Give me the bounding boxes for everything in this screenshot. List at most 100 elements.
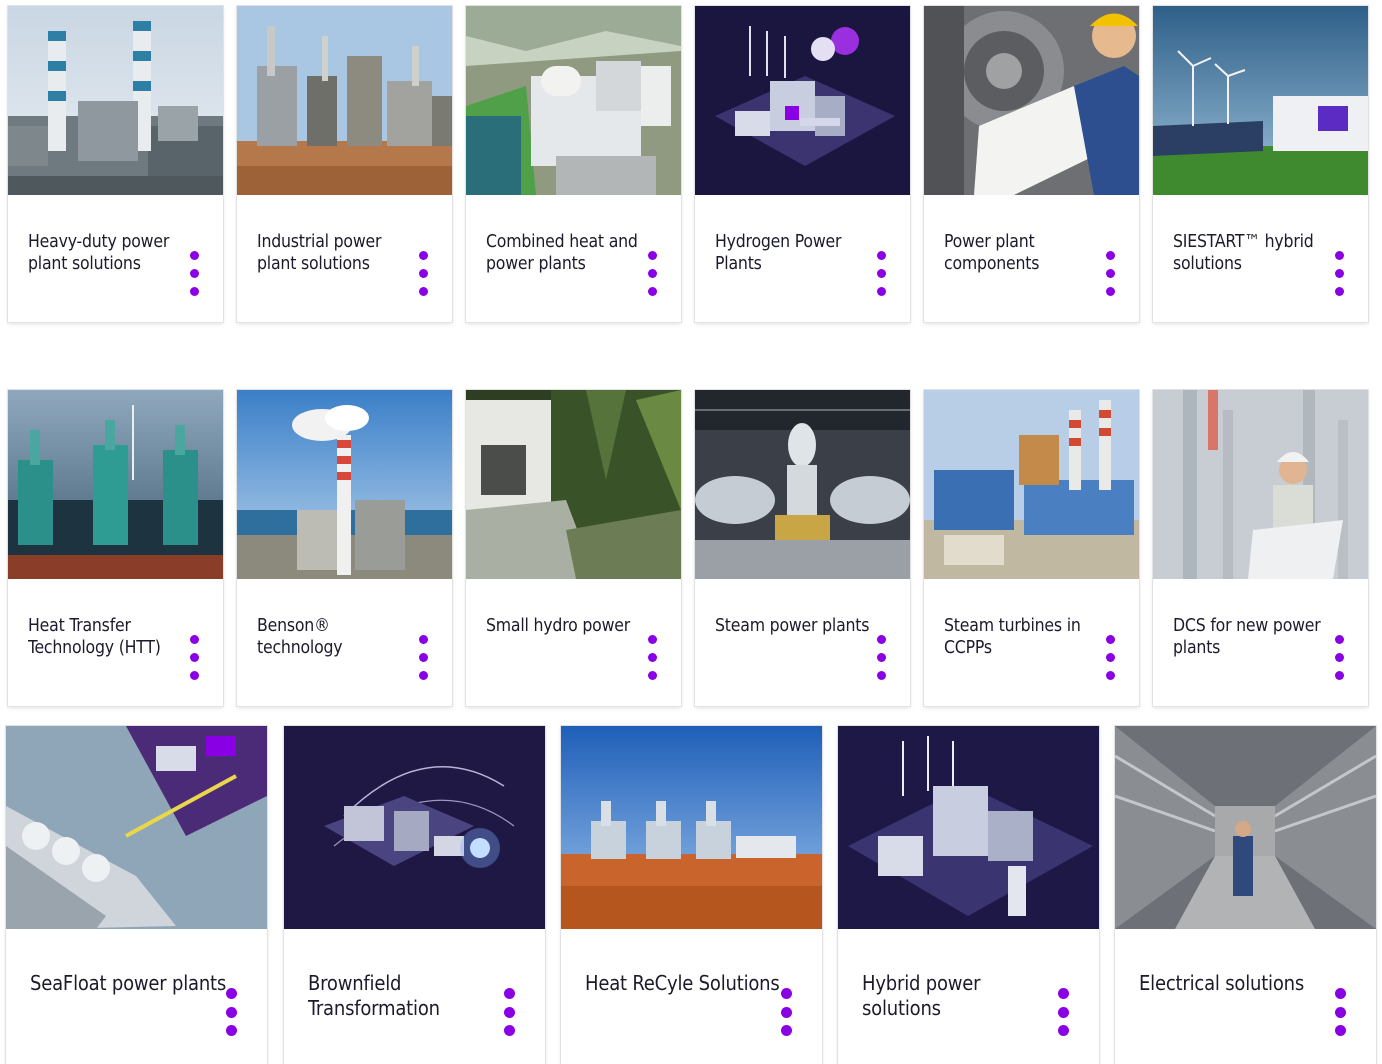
desert-plant-image [561, 726, 822, 929]
more-options-dot [1335, 653, 1344, 662]
ccpp-plant-image [924, 390, 1139, 579]
card-label: Hybrid power solutions [862, 971, 981, 1021]
more-options-dot [1335, 1006, 1346, 1018]
more-options-dot [419, 251, 428, 260]
card-heavy-duty-power-plant[interactable]: Heavy-duty power plant solutions [8, 6, 223, 322]
more-options-dot [1058, 1025, 1069, 1036]
card-label: Heat Transfer Technology (HTT) [28, 616, 161, 659]
more-options-dot [504, 988, 515, 999]
more-options-icon[interactable] [1058, 988, 1069, 1036]
more-options-icon[interactable] [1106, 635, 1115, 680]
more-options-dot [419, 287, 428, 296]
more-options-dot [419, 635, 428, 644]
engineer-refinery-image [1153, 390, 1368, 579]
card-label: SIESTART™ hybrid solutions [1173, 232, 1314, 275]
more-options-dot [1335, 287, 1344, 296]
more-options-dot [1335, 1025, 1346, 1036]
more-options-icon[interactable] [190, 251, 199, 296]
more-options-icon[interactable] [226, 988, 237, 1036]
card-label: Industrial power plant solutions [257, 232, 382, 275]
card-benson-technology[interactable]: Benson® technology [237, 390, 452, 706]
card-hydrogen-power[interactable]: Hydrogen Power Plants [695, 6, 910, 322]
card-brownfield-transformation[interactable]: Brownfield Transformation [284, 726, 545, 1064]
more-options-dot [1106, 653, 1115, 662]
more-options-dot [648, 269, 657, 278]
card-power-plant-components[interactable]: Power plant components [924, 6, 1139, 322]
industrial-plant-image [237, 6, 452, 195]
card-label: Combined heat and power plants [486, 232, 638, 275]
more-options-icon[interactable] [877, 635, 886, 680]
more-options-icon[interactable] [648, 635, 657, 680]
more-options-dot [1335, 671, 1344, 680]
card-seafloat-power-plants[interactable]: SeaFloat power plants [6, 726, 267, 1064]
more-options-dot [877, 269, 886, 278]
more-options-icon[interactable] [419, 251, 428, 296]
more-options-dot [1106, 269, 1115, 278]
more-options-icon[interactable] [1335, 988, 1346, 1036]
more-options-dot [190, 251, 199, 260]
more-options-icon[interactable] [781, 988, 792, 1036]
card-label: Electrical solutions [1139, 971, 1305, 995]
more-options-icon[interactable] [419, 635, 428, 680]
engineer-turbine-image [924, 6, 1139, 195]
more-options-dot [1106, 251, 1115, 260]
more-options-dot [190, 671, 199, 680]
more-options-dot [1058, 988, 1069, 999]
card-dcs-new-power-plants[interactable]: DCS for new power plants [1153, 390, 1368, 706]
card-hybrid-power-solutions[interactable]: Hybrid power solutions [838, 726, 1099, 1064]
more-options-dot [877, 287, 886, 296]
wind-solar-storage-image [1153, 6, 1368, 195]
card-combined-heat-power[interactable]: Combined heat and power plants [466, 6, 681, 322]
more-options-dot [781, 1025, 792, 1036]
card-heat-recycle-solutions[interactable]: Heat ReCyle Solutions [561, 726, 822, 1064]
more-options-dot [877, 635, 886, 644]
card-label: Brownfield Transformation [308, 971, 440, 1021]
more-options-dot [504, 1006, 515, 1018]
card-small-hydro-power[interactable]: Small hydro power [466, 390, 681, 706]
more-options-dot [1106, 671, 1115, 680]
more-options-dot [648, 635, 657, 644]
more-options-dot [1106, 635, 1115, 644]
plant-at-dusk-image [8, 390, 223, 579]
more-options-dot [419, 671, 428, 680]
more-options-dot [781, 988, 792, 999]
card-heat-transfer-technology[interactable]: Heat Transfer Technology (HTT) [8, 390, 223, 706]
more-options-icon[interactable] [877, 251, 886, 296]
more-options-dot [781, 1006, 792, 1018]
more-options-icon[interactable] [1335, 251, 1344, 296]
more-options-icon[interactable] [504, 988, 515, 1036]
more-options-dot [226, 988, 237, 999]
more-options-dot [648, 671, 657, 680]
brownfield-illustration-image [284, 726, 545, 929]
card-label: Heat ReCyle Solutions [585, 971, 780, 995]
power-plant-chimneys-image [8, 6, 223, 195]
hydro-building-forest-image [466, 390, 681, 579]
electrical-aisle-image [1115, 726, 1376, 929]
card-steam-turbines-ccpps[interactable]: Steam turbines in CCPPs [924, 390, 1139, 706]
card-industrial-power-plant[interactable]: Industrial power plant solutions [237, 6, 452, 322]
card-label: Steam turbines in CCPPs [944, 616, 1081, 659]
turbine-hall-image [695, 390, 910, 579]
card-label: Benson® technology [257, 616, 343, 659]
hybrid-plant-illustration-image [838, 726, 1099, 929]
card-siestart-hybrid[interactable]: SIESTART™ hybrid solutions [1153, 6, 1368, 322]
more-options-dot [190, 269, 199, 278]
solutions-grid: Heavy-duty power plant solutions Industr… [0, 0, 1382, 1064]
card-steam-power-plants[interactable]: Steam power plants [695, 390, 910, 706]
more-options-dot [1335, 635, 1344, 644]
card-electrical-solutions[interactable]: Electrical solutions [1115, 726, 1376, 1064]
more-options-dot [877, 251, 886, 260]
more-options-dot [648, 251, 657, 260]
more-options-icon[interactable] [1106, 251, 1115, 296]
more-options-icon[interactable] [190, 635, 199, 680]
more-options-icon[interactable] [648, 251, 657, 296]
lng-ship-illustration-image [6, 726, 267, 929]
more-options-dot [190, 653, 199, 662]
more-options-dot [226, 1006, 237, 1018]
more-options-icon[interactable] [1335, 635, 1344, 680]
card-label: Heavy-duty power plant solutions [28, 232, 170, 275]
hydrogen-plant-illustration-image [695, 6, 910, 195]
more-options-dot [648, 287, 657, 296]
more-options-dot [419, 653, 428, 662]
card-label: Steam power plants [715, 616, 870, 636]
